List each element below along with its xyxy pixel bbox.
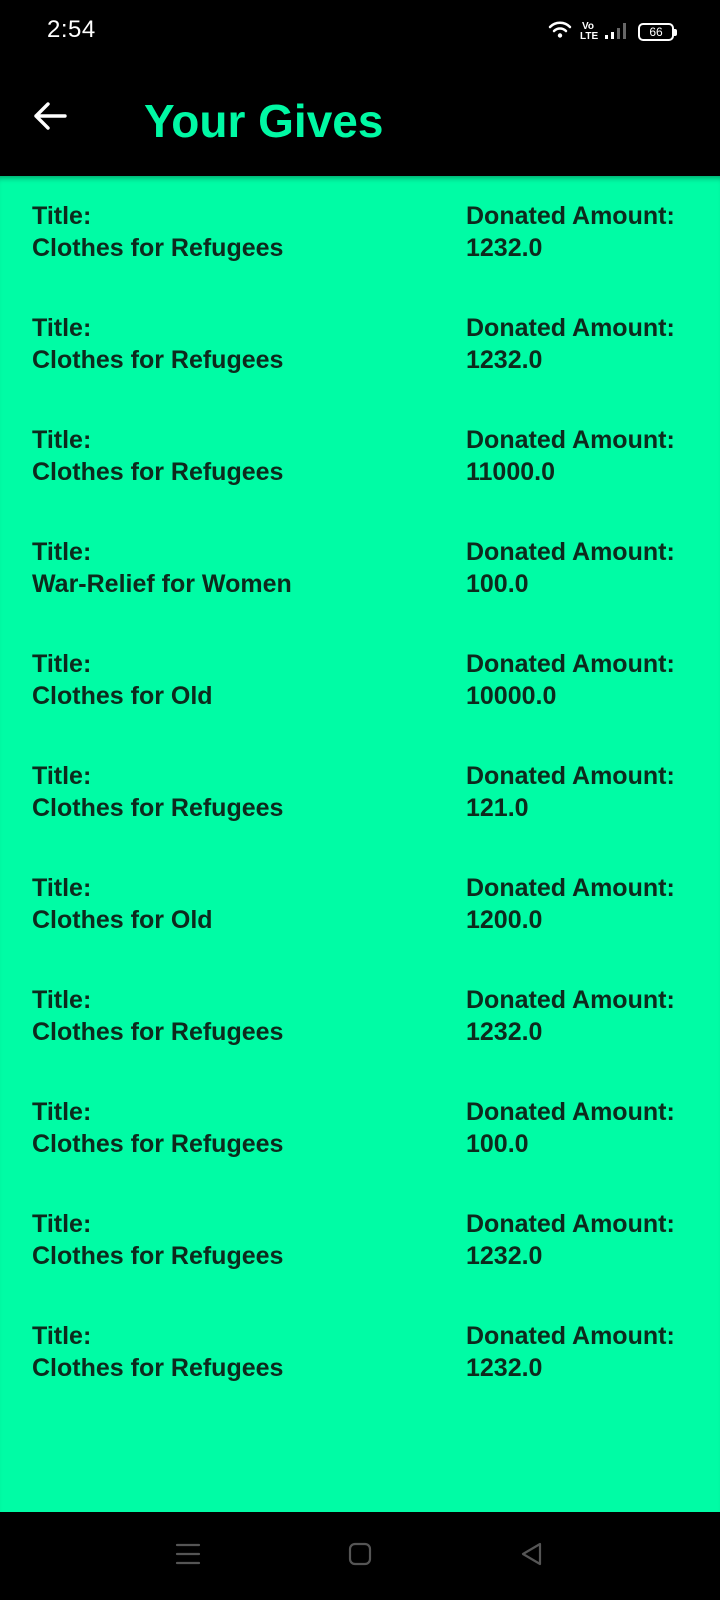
title-column: Title: Clothes for Old bbox=[32, 872, 213, 936]
amount-label: Donated Amount: bbox=[466, 874, 675, 902]
title-column: Title: War-Relief for Women bbox=[32, 536, 292, 600]
title-label: Title: bbox=[32, 874, 92, 902]
title-value: Clothes for Old bbox=[32, 906, 213, 934]
amount-value: 1232.0 bbox=[466, 346, 543, 374]
title-column: Title: Clothes for Refugees bbox=[32, 424, 283, 488]
title-value: Clothes for Refugees bbox=[32, 1354, 284, 1382]
amount-label: Donated Amount: bbox=[466, 650, 675, 678]
amount-column: Donated Amount: 1232.0 bbox=[466, 984, 675, 1048]
volte-bottom-label: LTE bbox=[580, 31, 599, 42]
amount-column: Donated Amount: 11000.0 bbox=[466, 424, 675, 488]
back-button[interactable] bbox=[22, 90, 78, 146]
amount-value: 1232.0 bbox=[466, 234, 543, 262]
volte-icon: Vo LTE bbox=[580, 22, 599, 42]
title-label: Title: bbox=[32, 986, 92, 1014]
amount-label: Donated Amount: bbox=[466, 314, 675, 342]
title-value: Clothes for Refugees bbox=[32, 458, 284, 486]
title-column: Title: Clothes for Refugees bbox=[32, 312, 283, 376]
home-icon bbox=[346, 1540, 374, 1573]
amount-label: Donated Amount: bbox=[466, 426, 675, 454]
title-value: Clothes for Refugees bbox=[32, 234, 284, 262]
status-icons: Vo LTE 66 bbox=[548, 20, 677, 45]
title-column: Title: Clothes for Old bbox=[32, 648, 213, 712]
title-value: Clothes for Refugees bbox=[32, 346, 284, 374]
list-item[interactable]: Title: Clothes for Refugees Donated Amou… bbox=[0, 960, 720, 1072]
amount-value: 11000.0 bbox=[466, 458, 555, 486]
list-item[interactable]: Title: Clothes for Refugees Donated Amou… bbox=[0, 288, 720, 400]
amount-column: Donated Amount: 121.0 bbox=[466, 760, 675, 824]
title-column: Title: Clothes for Refugees bbox=[32, 1208, 283, 1272]
amount-value: 1200.0 bbox=[466, 906, 543, 934]
list-item[interactable]: Title: Clothes for Old Donated Amount: 1… bbox=[0, 848, 720, 960]
battery-icon: 66 bbox=[638, 23, 677, 41]
title-column: Title: Clothes for Refugees bbox=[32, 1320, 283, 1384]
page-title: Your Gives bbox=[144, 95, 384, 147]
amount-label: Donated Amount: bbox=[466, 762, 675, 790]
amount-column: Donated Amount: 10000.0 bbox=[466, 648, 675, 712]
list-item[interactable]: Title: Clothes for Refugees Donated Amou… bbox=[0, 400, 720, 512]
menu-icon bbox=[174, 1541, 202, 1572]
amount-value: 1232.0 bbox=[466, 1242, 543, 1270]
amount-column: Donated Amount: 1232.0 bbox=[466, 1208, 675, 1272]
system-back-button[interactable] bbox=[512, 1536, 552, 1576]
title-label: Title: bbox=[32, 1322, 92, 1350]
title-label: Title: bbox=[32, 538, 92, 566]
amount-column: Donated Amount: 100.0 bbox=[466, 536, 675, 600]
amount-value: 10000.0 bbox=[466, 682, 557, 710]
title-label: Title: bbox=[32, 1210, 92, 1238]
wifi-icon bbox=[548, 20, 572, 45]
list-item[interactable]: Title: Clothes for Refugees Donated Amou… bbox=[0, 176, 720, 288]
list-item[interactable]: Title: Clothes for Old Donated Amount: 1… bbox=[0, 624, 720, 736]
status-bar: 2:54 Vo LTE 66 bbox=[0, 0, 720, 62]
list-item[interactable]: Title: Clothes for Refugees Donated Amou… bbox=[0, 736, 720, 848]
amount-column: Donated Amount: 1232.0 bbox=[466, 312, 675, 376]
amount-value: 100.0 bbox=[466, 1130, 529, 1158]
signal-icon bbox=[604, 20, 630, 45]
title-label: Title: bbox=[32, 762, 92, 790]
title-column: Title: Clothes for Refugees bbox=[32, 760, 283, 824]
title-value: Clothes for Old bbox=[32, 682, 213, 710]
title-label: Title: bbox=[32, 202, 92, 230]
system-nav-bar bbox=[0, 1512, 720, 1600]
amount-value: 100.0 bbox=[466, 570, 529, 598]
list-item[interactable]: Title: Clothes for Refugees Donated Amou… bbox=[0, 1184, 720, 1296]
title-label: Title: bbox=[32, 426, 92, 454]
title-column: Title: Clothes for Refugees bbox=[32, 984, 283, 1048]
list-item[interactable]: Title: Clothes for Refugees Donated Amou… bbox=[0, 1296, 720, 1408]
battery-level: 66 bbox=[649, 25, 663, 39]
title-label: Title: bbox=[32, 650, 92, 678]
amount-column: Donated Amount: 100.0 bbox=[466, 1096, 675, 1160]
home-button[interactable] bbox=[340, 1536, 380, 1576]
amount-label: Donated Amount: bbox=[466, 202, 675, 230]
amount-label: Donated Amount: bbox=[466, 538, 675, 566]
title-column: Title: Clothes for Refugees bbox=[32, 200, 283, 264]
title-label: Title: bbox=[32, 1098, 92, 1126]
amount-column: Donated Amount: 1232.0 bbox=[466, 200, 675, 264]
title-value: Clothes for Refugees bbox=[32, 1242, 284, 1270]
title-value: Clothes for Refugees bbox=[32, 794, 284, 822]
amount-value: 1232.0 bbox=[466, 1354, 543, 1382]
title-column: Title: Clothes for Refugees bbox=[32, 1096, 283, 1160]
title-label: Title: bbox=[32, 314, 92, 342]
amount-label: Donated Amount: bbox=[466, 986, 675, 1014]
amount-value: 1232.0 bbox=[466, 1018, 543, 1046]
title-value: War-Relief for Women bbox=[32, 570, 292, 598]
title-value: Clothes for Refugees bbox=[32, 1130, 284, 1158]
amount-label: Donated Amount: bbox=[466, 1098, 675, 1126]
title-value: Clothes for Refugees bbox=[32, 1018, 284, 1046]
back-triangle-icon bbox=[518, 1540, 546, 1573]
amount-value: 121.0 bbox=[466, 794, 529, 822]
arrow-left-icon bbox=[32, 101, 68, 136]
app-bar: Your Gives bbox=[0, 62, 720, 176]
amount-label: Donated Amount: bbox=[466, 1210, 675, 1238]
amount-column: Donated Amount: 1232.0 bbox=[466, 1320, 675, 1384]
amount-column: Donated Amount: 1200.0 bbox=[466, 872, 675, 936]
list-item[interactable]: Title: Clothes for Refugees Donated Amou… bbox=[0, 1072, 720, 1184]
list-item[interactable]: Title: War-Relief for Women Donated Amou… bbox=[0, 512, 720, 624]
status-time: 2:54 bbox=[47, 16, 96, 43]
recent-apps-button[interactable] bbox=[168, 1536, 208, 1576]
amount-label: Donated Amount: bbox=[466, 1322, 675, 1350]
gives-list[interactable]: Title: Clothes for Refugees Donated Amou… bbox=[0, 176, 720, 1512]
